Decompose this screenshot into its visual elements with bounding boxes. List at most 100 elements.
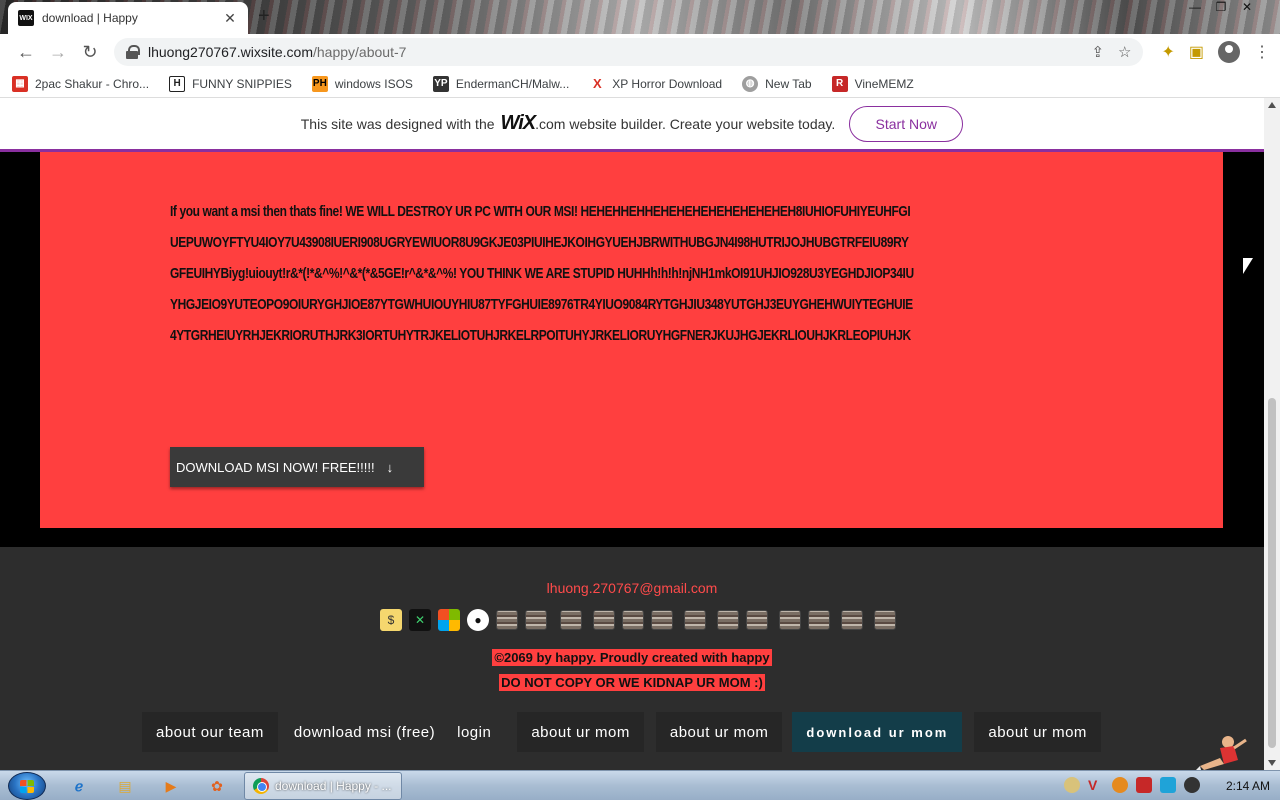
wix-banner-text-after: .com website builder. Create your websit… xyxy=(535,115,836,132)
wix-banner-text: This site was designed with the xyxy=(300,115,495,132)
warning-label: DO NOT COPY OR WE KIDNAP UR MOM :) xyxy=(499,674,765,691)
copyright-text: ©2069 by happy. Proudly created with hap… xyxy=(0,649,1264,666)
github-icon[interactable]: ● xyxy=(467,609,489,631)
tab-title: download | Happy xyxy=(42,11,138,25)
windows-logo-icon[interactable] xyxy=(438,609,460,631)
start-now-button[interactable]: Start Now xyxy=(849,105,964,142)
paint-icon[interactable]: ✿ xyxy=(196,773,238,799)
windows-taskbar: ℯ ▤ ▶ ✿ download | Happy - ... V 2:14 AM xyxy=(0,770,1280,800)
browser-toolbar: ← → ↻ lhuong270767.wixsite.com/happy/abo… xyxy=(0,34,1280,70)
lock-icon[interactable] xyxy=(126,45,140,59)
restore-icon[interactable]: ❐ xyxy=(1208,0,1234,16)
image-icon[interactable] xyxy=(525,610,547,630)
extensions-puzzle-icon[interactable]: ✦ xyxy=(1161,42,1174,62)
tray-flag-icon[interactable] xyxy=(1136,777,1152,793)
system-tray: V xyxy=(1064,777,1200,793)
nav-about-ur-mom[interactable]: about ur mom xyxy=(655,712,783,752)
xbox-icon[interactable]: ✕ xyxy=(409,609,431,631)
share-icon[interactable]: ⇪ xyxy=(1091,43,1104,61)
bookmark-item[interactable]: PH windows ISOS xyxy=(311,75,413,92)
globe-icon: ◍ xyxy=(742,75,759,92)
bookmark-star-icon[interactable]: ☆ xyxy=(1118,43,1131,61)
tray-monitor-icon[interactable] xyxy=(1160,777,1176,793)
tray-app-icon[interactable] xyxy=(1064,777,1080,793)
chrome-icon xyxy=(253,778,269,794)
email-link[interactable]: lhuong.270767@gmail.com xyxy=(0,580,1264,596)
omnibox-actions: ⇪ ☆ xyxy=(1091,43,1131,61)
menu-kebab-icon[interactable]: ⋮ xyxy=(1254,42,1270,62)
media-player-icon[interactable]: ▶ xyxy=(150,773,192,799)
image-icon[interactable] xyxy=(622,610,644,630)
forward-icon[interactable]: → xyxy=(42,38,74,66)
image-icon[interactable] xyxy=(808,610,830,630)
image-icon[interactable] xyxy=(841,610,863,630)
tab-strip: WIX download | Happy ✕ + — ❐ ✕ xyxy=(0,0,1280,34)
image-icon[interactable] xyxy=(651,610,673,630)
bookmark-item[interactable]: X XP Horror Download xyxy=(589,76,722,92)
scroll-down-icon[interactable] xyxy=(1268,760,1276,766)
warning-text: DO NOT COPY OR WE KIDNAP UR MOM :) xyxy=(0,674,1264,691)
threat-message: If you want a msi then thats fine! WE WI… xyxy=(170,203,914,344)
bookmark-label: VineMEMZ xyxy=(854,76,914,91)
coin-icon[interactable]: $ xyxy=(380,609,402,631)
social-icons-row: $ ✕ ● xyxy=(380,609,896,631)
internet-explorer-icon[interactable]: ℯ xyxy=(58,773,100,799)
bookmark-label: XP Horror Download xyxy=(612,76,723,91)
bookmark-label: 2pac Shakur - Chro... xyxy=(35,76,150,91)
h-logo-icon: H xyxy=(169,75,186,92)
reload-icon[interactable]: ↻ xyxy=(74,38,106,66)
address-bar[interactable]: lhuong270767.wixsite.com/happy/about-7 ⇪… xyxy=(114,38,1144,66)
download-msi-button[interactable]: DOWNLOAD MSI NOW! FREE!!!!! ↓ xyxy=(170,447,424,487)
bookmark-item[interactable]: YP EndermanCH/Malw... xyxy=(432,75,570,92)
window-controls: — ❐ ✕ xyxy=(1182,0,1260,16)
start-button[interactable] xyxy=(8,772,46,800)
nav-login[interactable]: login xyxy=(451,712,497,752)
bookmark-item[interactable]: ▦ 2pac Shakur - Chro... xyxy=(12,75,150,92)
browser-tab[interactable]: WIX download | Happy ✕ xyxy=(8,2,248,34)
url-host: lhuong270767.wixsite.com xyxy=(148,44,313,60)
nav-download-msi[interactable]: download msi (free) xyxy=(288,712,441,752)
scroll-up-icon[interactable] xyxy=(1268,102,1276,108)
image-icon[interactable] xyxy=(746,610,768,630)
side-panel-icon[interactable]: ▣ xyxy=(1189,42,1204,62)
bookmark-label: New Tab xyxy=(765,76,812,91)
wix-favicon-icon: WIX xyxy=(18,10,34,26)
profile-avatar[interactable] xyxy=(1218,41,1240,63)
close-window-icon[interactable]: ✕ xyxy=(1234,0,1260,16)
image-icon[interactable] xyxy=(684,610,706,630)
image-icon[interactable] xyxy=(593,610,615,630)
image-icon[interactable] xyxy=(560,610,582,630)
tray-volume-icon[interactable] xyxy=(1184,777,1200,793)
nav-about-ur-mom[interactable]: about ur mom xyxy=(517,712,644,752)
nav-download-ur-mom[interactable]: download ur mom xyxy=(792,712,963,752)
tray-search-icon[interactable] xyxy=(1112,777,1128,793)
image-icon[interactable] xyxy=(779,610,801,630)
x-logo-icon: X xyxy=(592,76,602,91)
image-icon[interactable] xyxy=(874,610,896,630)
new-tab-icon[interactable]: + xyxy=(258,5,270,28)
bookmark-item[interactable]: H FUNNY SNIPPIES xyxy=(169,75,292,92)
taskbar-clock: 2:14 AM xyxy=(1225,779,1270,793)
footer: lhuong.270767@gmail.com $ ✕ ● ©2069 by h… xyxy=(0,547,1264,770)
minimize-icon[interactable]: — xyxy=(1182,0,1208,16)
character-image xyxy=(1194,736,1247,774)
bookmark-label: EndermanCH/Malw... xyxy=(455,76,570,91)
mouse-cursor-icon xyxy=(1243,258,1253,274)
taskbar-window-title: download | Happy - ... xyxy=(275,779,392,793)
back-icon[interactable]: ← xyxy=(10,38,42,66)
scroll-thumb[interactable] xyxy=(1268,398,1276,748)
image-icon[interactable] xyxy=(717,610,739,630)
image-icon[interactable] xyxy=(496,610,518,630)
close-tab-icon[interactable]: ✕ xyxy=(222,10,238,27)
footer-nav: about our team download msi (free) login… xyxy=(142,712,1101,752)
nav-about-ur-mom[interactable]: about ur mom xyxy=(974,712,1101,752)
tray-v-icon[interactable]: V xyxy=(1088,777,1104,793)
nav-about-our-team[interactable]: about our team xyxy=(142,712,278,752)
taskbar-chrome-window[interactable]: download | Happy - ... xyxy=(244,772,402,800)
file-explorer-icon[interactable]: ▤ xyxy=(104,773,146,799)
calendar-icon: ▦ xyxy=(12,75,28,92)
bookmark-item[interactable]: R VineMEMZ xyxy=(831,75,914,92)
page-scrollbar[interactable] xyxy=(1264,98,1280,770)
toolbar-icons: ✦ ▣ ⋮ xyxy=(1161,41,1270,63)
bookmark-item[interactable]: ◍ New Tab xyxy=(742,75,812,92)
